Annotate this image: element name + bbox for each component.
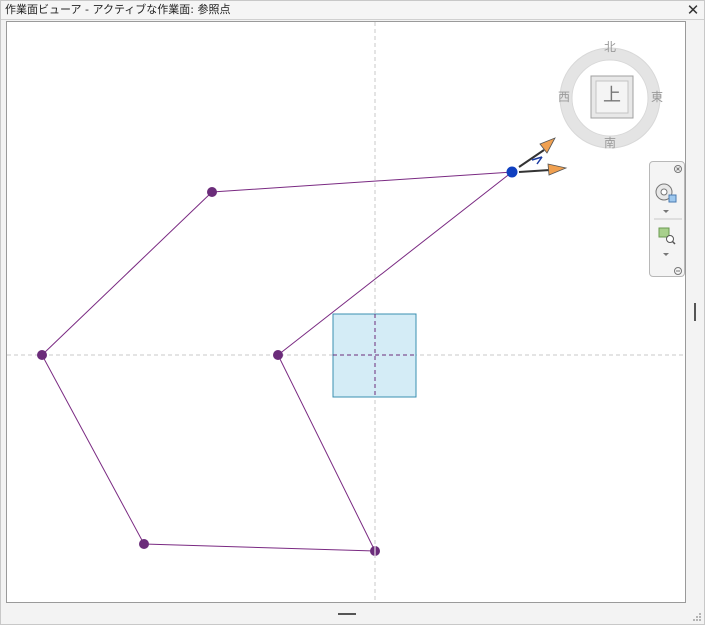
drawing-svg[interactable] — [7, 22, 686, 603]
window-title: 作業面ビューア - アクティブな作業面: 参照点 — [5, 3, 231, 16]
workplane-viewer-window: 作業面ビューア - アクティブな作業面: 参照点 ✕ 上 北 南 東 西 — [0, 0, 705, 625]
viewcube-south-label[interactable]: 南 — [603, 136, 617, 150]
navigation-bar-svg — [654, 165, 682, 275]
drawing-canvas[interactable]: 上 北 南 東 西 — [6, 21, 686, 603]
reference-point[interactable] — [139, 539, 149, 549]
resize-grip-icon[interactable] — [692, 612, 702, 622]
steering-wheel-icon[interactable] — [655, 183, 677, 203]
reference-point[interactable] — [273, 350, 283, 360]
chevron-down-icon[interactable] — [663, 210, 669, 213]
chevron-down-icon[interactable] — [663, 253, 669, 256]
horizontal-splitter-grip[interactable] — [338, 613, 356, 615]
reference-point[interactable] — [37, 350, 47, 360]
reference-point[interactable] — [207, 187, 217, 197]
viewcube-north-label[interactable]: 北 — [603, 40, 617, 54]
title-bar[interactable]: 作業面ビューア - アクティブな作業面: 参照点 ✕ — [1, 1, 704, 20]
close-icon[interactable] — [674, 165, 682, 173]
zoom-icon[interactable] — [658, 227, 676, 245]
navigation-bar — [649, 161, 685, 277]
curve-outer[interactable] — [41, 171, 513, 552]
vertical-splitter-grip[interactable] — [694, 303, 696, 321]
move-gizmo[interactable] — [518, 137, 568, 176]
viewcube-west-label[interactable]: 西 — [557, 90, 571, 104]
navbar-options-icon[interactable] — [674, 267, 682, 275]
viewcube-east-label[interactable]: 東 — [650, 90, 664, 104]
viewcube-face-label[interactable]: 上 — [597, 84, 627, 108]
close-icon[interactable]: ✕ — [685, 1, 701, 19]
selected-reference-point[interactable] — [506, 166, 518, 178]
